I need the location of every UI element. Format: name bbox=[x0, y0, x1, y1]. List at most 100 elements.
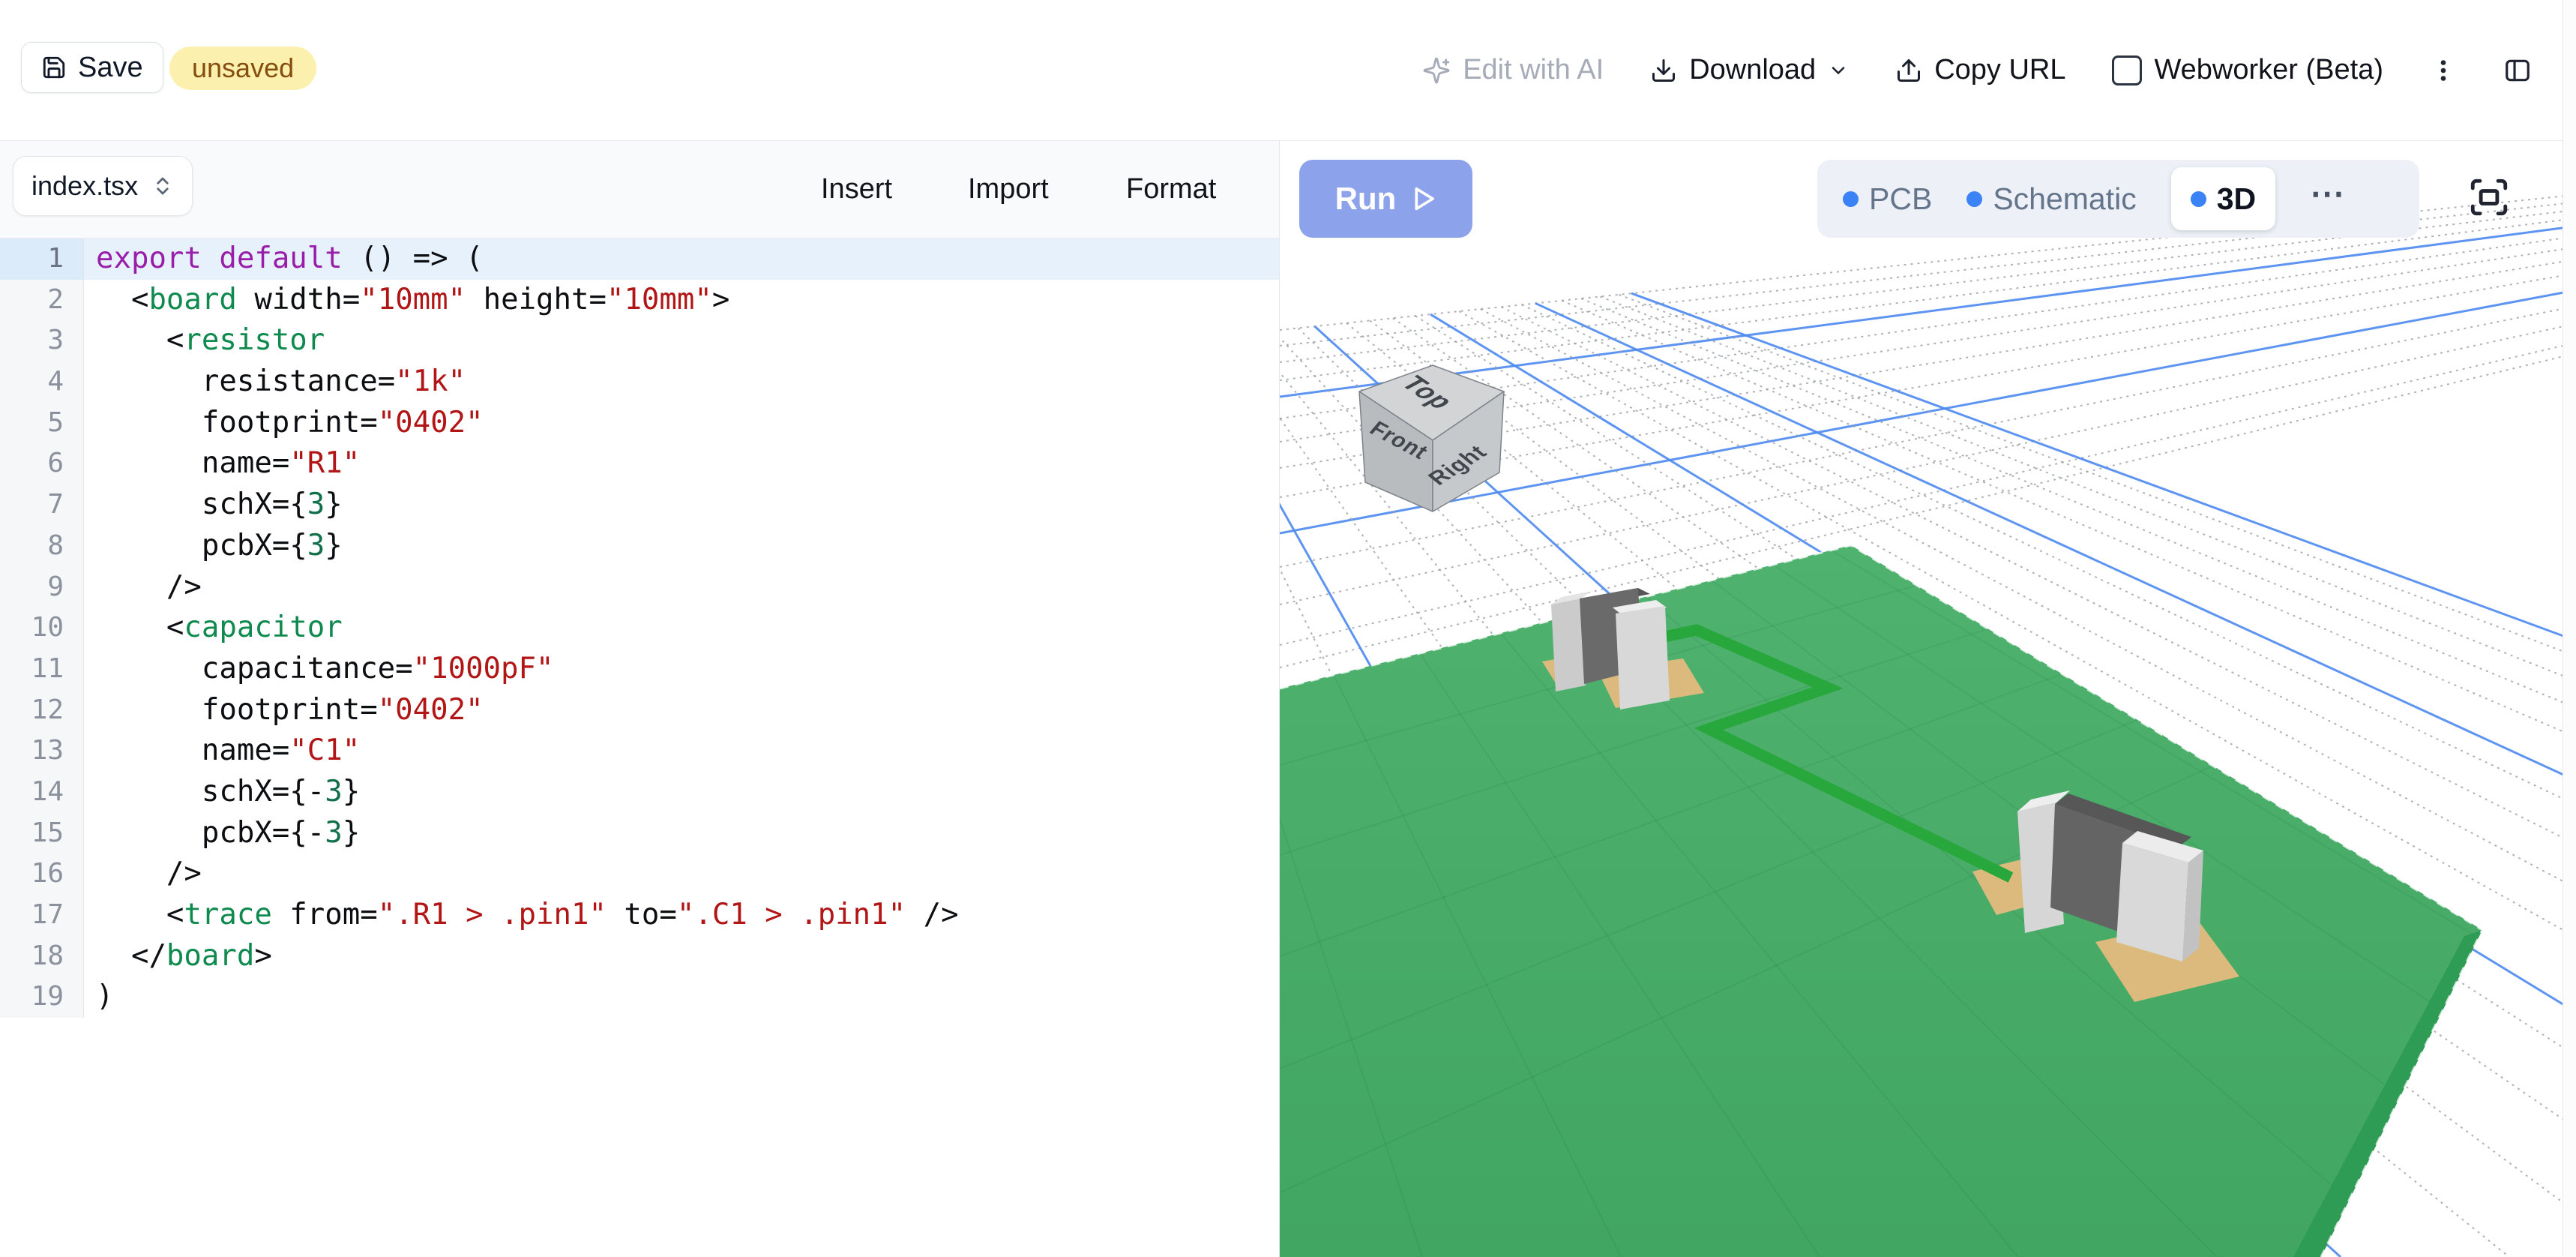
line-number: 4 bbox=[0, 362, 84, 403]
fullscreen-button[interactable] bbox=[2467, 176, 2511, 219]
code-line[interactable]: 16 /> bbox=[0, 854, 1279, 895]
line-number: 12 bbox=[0, 690, 84, 731]
file-bar: index.tsx Insert Import Format bbox=[0, 141, 1279, 238]
chevron-down-icon bbox=[1828, 60, 1849, 81]
top-toolbar: Save unsaved Edit with AI Download bbox=[0, 0, 2576, 141]
line-number: 6 bbox=[0, 443, 84, 484]
line-number: 2 bbox=[0, 280, 84, 321]
code-text: </board> bbox=[84, 936, 1279, 977]
line-number: 3 bbox=[0, 320, 84, 362]
preview-panel: Top Front Right Run PCB Schematic 3D ⋯ bbox=[1280, 141, 2563, 1257]
insert-button[interactable]: Insert bbox=[816, 141, 897, 238]
line-number: 8 bbox=[0, 526, 84, 567]
line-number: 14 bbox=[0, 772, 84, 813]
code-text: <resistor bbox=[84, 320, 1279, 362]
tab-dot-icon bbox=[1843, 191, 1859, 207]
webworker-toggle[interactable]: Webworker (Beta) bbox=[2112, 54, 2383, 86]
code-line[interactable]: 8 pcbX={3} bbox=[0, 526, 1279, 567]
import-button[interactable]: Import bbox=[963, 141, 1053, 238]
kebab-icon bbox=[2430, 57, 2457, 84]
code-text: footprint="0402" bbox=[84, 690, 1279, 731]
code-text: pcbX={-3} bbox=[84, 813, 1279, 854]
code-line[interactable]: 12 footprint="0402" bbox=[0, 690, 1279, 731]
save-button[interactable]: Save bbox=[21, 42, 163, 93]
code-line[interactable]: 1export default () => ( bbox=[0, 238, 1279, 280]
line-number: 10 bbox=[0, 608, 84, 649]
download-label: Download bbox=[1689, 54, 1816, 86]
sparkles-icon bbox=[1422, 56, 1451, 85]
view-tabs: PCB Schematic 3D ⋯ bbox=[1817, 160, 2419, 238]
tab-label: 3D bbox=[2217, 182, 2256, 217]
webworker-checkbox[interactable] bbox=[2112, 56, 2142, 86]
line-number: 7 bbox=[0, 484, 84, 526]
code-text: /> bbox=[84, 567, 1279, 608]
code-line[interactable]: 4 resistance="1k" bbox=[0, 362, 1279, 403]
code-text: pcbX={3} bbox=[84, 526, 1279, 567]
line-number: 13 bbox=[0, 730, 84, 772]
code-line[interactable]: 9 /> bbox=[0, 567, 1279, 608]
download-button[interactable]: Download bbox=[1650, 54, 1849, 86]
code-text: export default () => ( bbox=[84, 238, 1279, 280]
line-number: 15 bbox=[0, 813, 84, 854]
save-icon bbox=[41, 55, 67, 80]
tab-label: Schematic bbox=[1993, 182, 2136, 217]
code-line[interactable]: 11 capacitance="1000pF" bbox=[0, 649, 1279, 690]
pcb-board[interactable] bbox=[1280, 545, 2482, 1257]
code-line[interactable]: 19) bbox=[0, 976, 1279, 1018]
tab-3d[interactable]: 3D bbox=[2171, 167, 2275, 230]
line-number: 18 bbox=[0, 936, 84, 977]
code-line[interactable]: 14 schX={-3} bbox=[0, 772, 1279, 813]
code-text: ) bbox=[84, 976, 1279, 1018]
editor-lines: 1export default () => (2 <board width="1… bbox=[0, 238, 1279, 1018]
line-number: 16 bbox=[0, 854, 84, 895]
play-icon bbox=[1411, 186, 1436, 212]
format-button[interactable]: Format bbox=[1122, 141, 1221, 238]
page-scrollbar[interactable] bbox=[2563, 0, 2576, 1257]
code-line[interactable]: 3 <resistor bbox=[0, 320, 1279, 362]
code-line[interactable]: 17 <trace from=".R1 > .pin1" to=".C1 > .… bbox=[0, 895, 1279, 936]
line-number: 11 bbox=[0, 649, 84, 690]
code-text: <board width="10mm" height="10mm"> bbox=[84, 280, 1279, 321]
orientation-cube[interactable]: Top Front Right bbox=[1359, 365, 1504, 512]
more-options-kebab-button[interactable] bbox=[2430, 57, 2457, 84]
file-selector[interactable]: index.tsx bbox=[13, 156, 193, 216]
tab-schematic[interactable]: Schematic bbox=[1966, 182, 2136, 217]
code-text: footprint="0402" bbox=[84, 403, 1279, 444]
code-text: capacitance="1000pF" bbox=[84, 649, 1279, 690]
code-editor[interactable]: 1export default () => (2 <board width="1… bbox=[0, 238, 1279, 1257]
toolbar-right-group: Edit with AI Download Copy URL bbox=[1422, 0, 2532, 140]
line-number: 1 bbox=[0, 238, 84, 280]
fullscreen-icon bbox=[2467, 176, 2511, 219]
code-line[interactable]: 15 pcbX={-3} bbox=[0, 813, 1279, 854]
code-line[interactable]: 2 <board width="10mm" height="10mm"> bbox=[0, 280, 1279, 321]
run-button[interactable]: Run bbox=[1299, 160, 1472, 238]
tab-dot-icon bbox=[2191, 191, 2206, 207]
line-number: 19 bbox=[0, 976, 84, 1018]
panel-toggle-button[interactable] bbox=[2503, 56, 2532, 85]
tabs-more-button[interactable]: ⋯ bbox=[2310, 173, 2347, 224]
code-line[interactable]: 5 footprint="0402" bbox=[0, 403, 1279, 444]
copy-url-label: Copy URL bbox=[1934, 54, 2065, 86]
code-line[interactable]: 7 schX={3} bbox=[0, 484, 1279, 526]
code-line[interactable]: 18 </board> bbox=[0, 936, 1279, 977]
edit-with-ai-button[interactable]: Edit with AI bbox=[1422, 54, 1604, 86]
edit-with-ai-label: Edit with AI bbox=[1463, 54, 1604, 86]
webworker-label: Webworker (Beta) bbox=[2154, 54, 2383, 86]
code-text: schX={3} bbox=[84, 484, 1279, 526]
code-line[interactable]: 6 name="R1" bbox=[0, 443, 1279, 484]
share-upload-icon bbox=[1895, 57, 1922, 84]
save-label: Save bbox=[78, 52, 143, 84]
3d-viewport[interactable]: Top Front Right bbox=[1280, 142, 2563, 1257]
copy-url-button[interactable]: Copy URL bbox=[1895, 54, 2065, 86]
code-text: <trace from=".R1 > .pin1" to=".C1 > .pin… bbox=[84, 895, 1279, 936]
tab-pcb[interactable]: PCB bbox=[1843, 182, 1932, 217]
tab-dot-icon bbox=[1966, 191, 1982, 207]
code-text: <capacitor bbox=[84, 608, 1279, 649]
code-line[interactable]: 10 <capacitor bbox=[0, 608, 1279, 649]
line-number: 5 bbox=[0, 403, 84, 444]
code-line[interactable]: 13 name="C1" bbox=[0, 730, 1279, 772]
run-label: Run bbox=[1335, 181, 1397, 217]
line-number: 9 bbox=[0, 567, 84, 608]
panel-left-icon bbox=[2503, 56, 2532, 85]
line-number: 17 bbox=[0, 895, 84, 936]
